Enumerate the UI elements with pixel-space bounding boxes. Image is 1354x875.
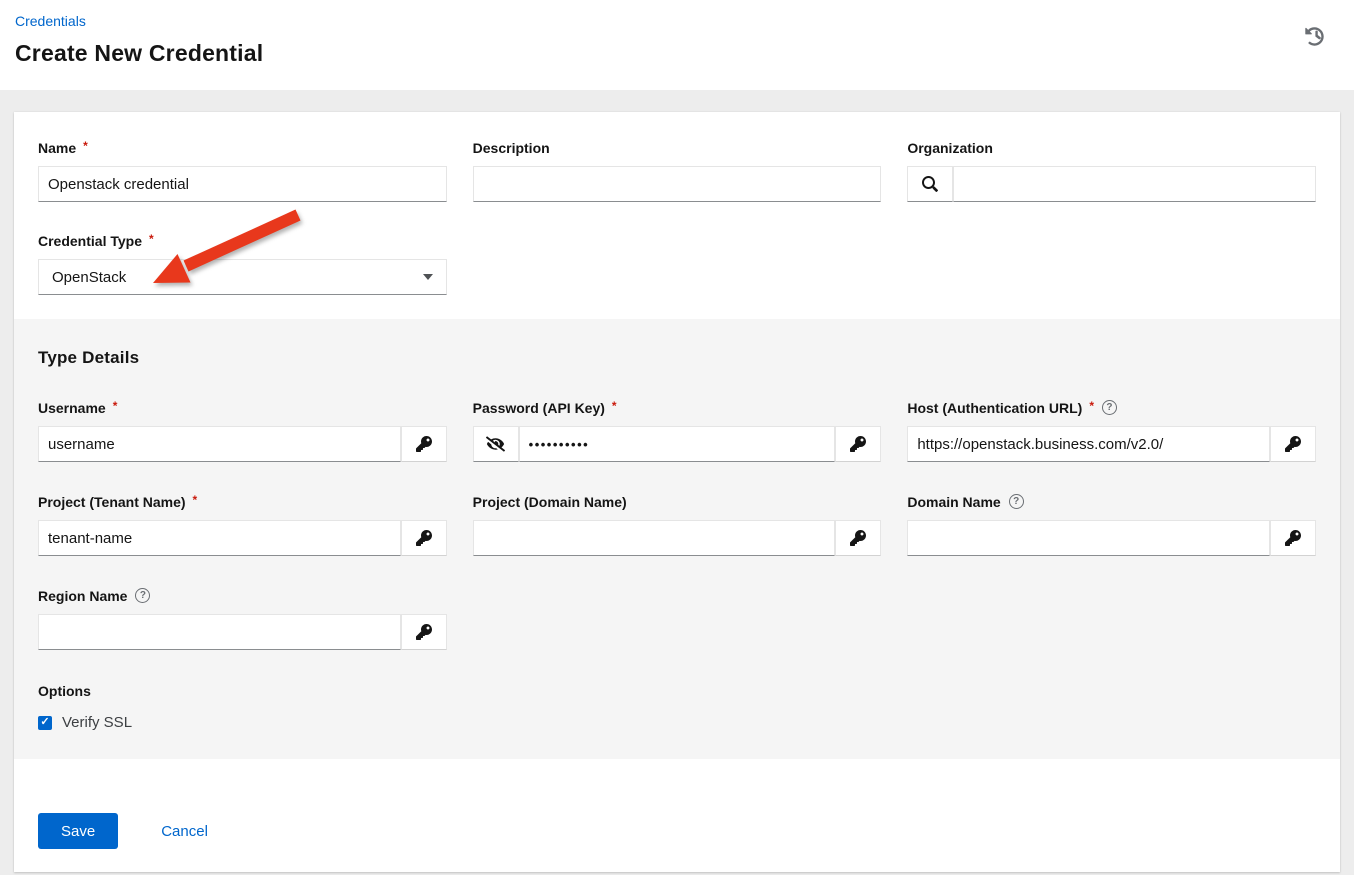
key-icon xyxy=(416,624,432,640)
credential-type-label: Credential Type xyxy=(38,233,142,249)
key-icon xyxy=(850,530,866,546)
form-actions: Save Cancel xyxy=(14,759,1340,872)
organization-label: Organization xyxy=(907,140,993,156)
username-label: Username xyxy=(38,400,106,416)
credential-form-card: Name * Description Organization xyxy=(14,112,1340,872)
credential-type-field-group: Credential Type * OpenStack xyxy=(38,232,447,295)
question-circle-icon[interactable]: ? xyxy=(1102,400,1117,415)
project-tenant-key-button[interactable] xyxy=(401,520,447,556)
search-icon xyxy=(922,176,938,192)
key-icon xyxy=(1285,530,1301,546)
type-details-section: Type Details Username * xyxy=(14,319,1340,759)
organization-input[interactable] xyxy=(953,166,1316,202)
history-button[interactable] xyxy=(1303,25,1326,48)
domain-name-label: Domain Name xyxy=(907,494,1000,510)
description-label: Description xyxy=(473,140,550,156)
region-name-label: Region Name xyxy=(38,588,127,604)
history-icon xyxy=(1305,27,1324,46)
description-field-group: Description xyxy=(473,139,882,202)
check-icon: ✓ xyxy=(40,717,49,728)
username-input[interactable] xyxy=(38,426,401,462)
username-key-button[interactable] xyxy=(401,426,447,462)
project-domain-key-button[interactable] xyxy=(835,520,881,556)
save-button[interactable]: Save xyxy=(38,813,118,849)
password-key-button[interactable] xyxy=(835,426,881,462)
domain-name-field-group: Domain Name ? xyxy=(907,493,1316,556)
region-name-input[interactable] xyxy=(38,614,401,650)
required-asterisk: * xyxy=(1089,399,1094,413)
username-field-group: Username * xyxy=(38,399,447,462)
required-asterisk: * xyxy=(83,139,88,153)
region-name-field-group: Region Name ? xyxy=(38,587,447,650)
host-key-button[interactable] xyxy=(1270,426,1316,462)
options-label: Options xyxy=(38,683,1316,699)
verify-ssl-checkbox-row[interactable]: ✓ Verify SSL xyxy=(38,714,1316,731)
caret-down-icon xyxy=(423,274,433,280)
description-input[interactable] xyxy=(473,166,882,202)
host-field-group: Host (Authentication URL) * ? xyxy=(907,399,1316,462)
organization-field-group: Organization xyxy=(907,139,1316,202)
host-label: Host (Authentication URL) xyxy=(907,400,1082,416)
verify-ssl-label: Verify SSL xyxy=(62,714,132,731)
type-details-heading: Type Details xyxy=(38,348,1316,368)
required-asterisk: * xyxy=(113,399,118,413)
domain-name-input[interactable] xyxy=(907,520,1270,556)
required-asterisk: * xyxy=(193,493,198,507)
password-label: Password (API Key) xyxy=(473,400,605,416)
credential-type-select[interactable]: OpenStack xyxy=(38,259,447,295)
project-domain-input[interactable] xyxy=(473,520,836,556)
project-domain-field-group: Project (Domain Name) xyxy=(473,493,882,556)
name-field-group: Name * xyxy=(38,139,447,202)
question-circle-icon[interactable]: ? xyxy=(135,588,150,603)
key-icon xyxy=(416,436,432,452)
password-visibility-button[interactable] xyxy=(473,426,519,462)
password-field-group: Password (API Key) * xyxy=(473,399,882,462)
question-circle-icon[interactable]: ? xyxy=(1009,494,1024,509)
key-icon xyxy=(416,530,432,546)
region-name-key-button[interactable] xyxy=(401,614,447,650)
page-title: Create New Credential xyxy=(15,40,1338,67)
project-tenant-input[interactable] xyxy=(38,520,401,556)
name-label: Name xyxy=(38,140,76,156)
breadcrumb-link-credentials[interactable]: Credentials xyxy=(15,13,86,29)
required-asterisk: * xyxy=(149,232,154,246)
credential-type-value: OpenStack xyxy=(52,269,126,286)
breadcrumb: Credentials xyxy=(15,13,1338,31)
key-icon xyxy=(1285,436,1301,452)
cancel-link[interactable]: Cancel xyxy=(161,823,208,840)
organization-search-button[interactable] xyxy=(907,166,953,202)
name-input[interactable] xyxy=(38,166,447,202)
project-tenant-label: Project (Tenant Name) xyxy=(38,494,186,510)
password-input[interactable] xyxy=(519,426,836,462)
required-asterisk: * xyxy=(612,399,617,413)
domain-name-key-button[interactable] xyxy=(1270,520,1316,556)
eye-slash-icon xyxy=(486,436,505,452)
project-tenant-field-group: Project (Tenant Name) * xyxy=(38,493,447,556)
key-icon xyxy=(850,436,866,452)
host-input[interactable] xyxy=(907,426,1270,462)
verify-ssl-checkbox[interactable]: ✓ xyxy=(38,716,52,730)
general-fields-section: Name * Description Organization xyxy=(14,112,1340,319)
page-header: Credentials Create New Credential xyxy=(0,0,1354,90)
options-group: Options ✓ Verify SSL xyxy=(38,683,1316,731)
project-domain-label: Project (Domain Name) xyxy=(473,494,627,510)
